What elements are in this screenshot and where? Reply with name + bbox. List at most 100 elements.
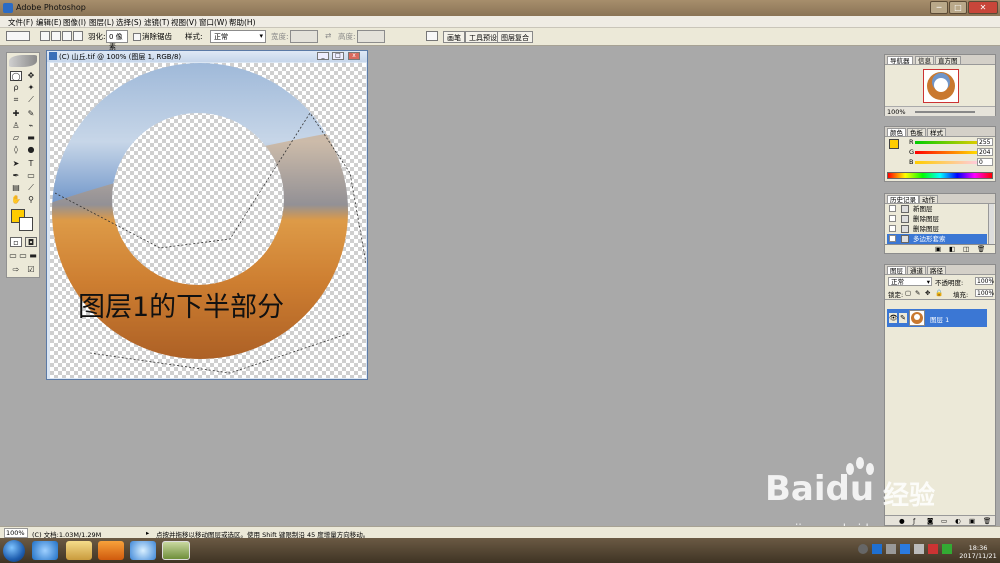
- history-scrollbar[interactable]: [988, 204, 994, 244]
- document-close-button[interactable]: x: [348, 52, 360, 60]
- tab-channels[interactable]: 通道: [907, 266, 926, 275]
- tool-preset-picker[interactable]: [6, 31, 30, 41]
- channel-r-value[interactable]: 255: [977, 138, 993, 146]
- menu-filter[interactable]: 滤镜(T): [144, 17, 169, 28]
- menu-image[interactable]: 图像(I): [63, 17, 86, 28]
- maximize-button[interactable]: □: [949, 1, 967, 14]
- quick-mask-mode-icon[interactable]: ◘: [25, 237, 37, 247]
- lasso-tool-icon[interactable]: ρ: [10, 83, 22, 93]
- color-foreground-swatch[interactable]: [889, 139, 899, 149]
- navigator-zoom-value[interactable]: 100%: [887, 108, 906, 116]
- trash-icon[interactable]: 🗑: [977, 245, 985, 253]
- file-browser-icon[interactable]: [426, 31, 438, 41]
- canvas[interactable]: 图层1的下半部分: [50, 63, 366, 378]
- layer-row[interactable]: 👁 ✎ 图层 1: [887, 309, 987, 327]
- history-item[interactable]: 删除图层: [887, 224, 987, 234]
- height-input[interactable]: [357, 30, 385, 43]
- document-minimize-button[interactable]: _: [317, 52, 329, 60]
- well-brushes[interactable]: 画笔: [443, 31, 465, 43]
- add-selection-icon[interactable]: [51, 31, 61, 41]
- minimize-button[interactable]: ─: [930, 1, 948, 14]
- opacity-input[interactable]: 100%: [975, 277, 994, 285]
- screen-mode-full-icon[interactable]: ▬: [28, 251, 38, 261]
- eraser-tool-icon[interactable]: ▱: [10, 133, 22, 143]
- jump-to-imageready-icon[interactable]: ⇨: [10, 265, 22, 275]
- menu-window[interactable]: 窗口(W): [199, 17, 227, 28]
- brush-link-icon[interactable]: ✎: [899, 313, 907, 323]
- tab-histogram[interactable]: 直方图: [935, 56, 961, 65]
- healing-brush-tool-icon[interactable]: ✚: [10, 109, 22, 119]
- tab-paths[interactable]: 路径: [927, 266, 946, 275]
- history-item-selected[interactable]: 多边形套索: [887, 234, 987, 244]
- crop-tool-icon[interactable]: ⌗: [10, 95, 22, 105]
- imageready-icon[interactable]: ☑: [25, 265, 37, 275]
- hand-tool-icon[interactable]: ✋: [10, 195, 22, 205]
- new-snapshot-icon[interactable]: ◧: [949, 245, 955, 253]
- screen-mode-menu-icon[interactable]: ▭: [18, 251, 28, 261]
- lock-all-icon[interactable]: 🔒: [935, 289, 943, 297]
- fill-input[interactable]: 100%: [975, 289, 994, 297]
- document-maximize-button[interactable]: □: [332, 52, 344, 60]
- photoshop-task-icon[interactable]: [162, 541, 190, 560]
- history-item[interactable]: 新图层: [887, 204, 987, 214]
- camera-icon[interactable]: ◫: [963, 245, 969, 253]
- tray-network2-icon[interactable]: [900, 544, 910, 554]
- magic-wand-tool-icon[interactable]: ✦: [25, 83, 37, 93]
- lock-position-icon[interactable]: ✥: [925, 289, 930, 297]
- lock-pixels-icon[interactable]: ✎: [915, 289, 920, 297]
- marquee-tool-icon[interactable]: ◯: [10, 71, 22, 81]
- zoom-tool-icon[interactable]: ⚲: [25, 195, 37, 205]
- style-select[interactable]: 正常 ▾: [210, 30, 266, 43]
- lock-transparency-icon[interactable]: ▢: [905, 289, 911, 297]
- tray-display-icon[interactable]: [886, 544, 896, 554]
- explorer-icon[interactable]: [66, 541, 92, 560]
- feather-input[interactable]: 0 像素: [106, 30, 128, 51]
- dodge-tool-icon[interactable]: ●: [25, 145, 37, 155]
- background-color-swatch[interactable]: [19, 217, 33, 231]
- well-layer-comps[interactable]: 图层复合: [497, 31, 533, 43]
- type-tool-icon[interactable]: T: [25, 159, 37, 169]
- close-button[interactable]: ✕: [968, 1, 998, 14]
- menu-layer[interactable]: 图层(L): [89, 17, 114, 28]
- tab-info[interactable]: 信息: [915, 56, 934, 65]
- menu-select[interactable]: 选择(S): [116, 17, 142, 28]
- ie-icon[interactable]: [32, 541, 58, 560]
- history-checkbox[interactable]: [889, 215, 896, 222]
- notes-tool-icon[interactable]: ▤: [10, 183, 22, 193]
- antialias-checkbox[interactable]: [133, 33, 141, 41]
- new-selection-icon[interactable]: [40, 31, 50, 41]
- eye-icon[interactable]: 👁: [889, 313, 898, 323]
- history-item[interactable]: 删除图层: [887, 214, 987, 224]
- tray-security-icon[interactable]: [928, 544, 938, 554]
- standard-mode-icon[interactable]: ▫: [10, 237, 22, 247]
- history-brush-tool-icon[interactable]: ⌁: [25, 121, 37, 131]
- pen-tool-icon[interactable]: ✒: [10, 171, 22, 181]
- media-player-icon[interactable]: [98, 541, 124, 560]
- taskbar-clock[interactable]: 18:36 2017/11/21: [958, 544, 998, 560]
- channel-g-value[interactable]: 204: [977, 148, 993, 156]
- status-arrow-icon[interactable]: ▸: [146, 529, 149, 537]
- swap-icon[interactable]: ⇄: [325, 31, 331, 40]
- path-selection-tool-icon[interactable]: ➤: [10, 159, 22, 169]
- new-document-icon[interactable]: ▣: [935, 245, 941, 253]
- start-button[interactable]: [3, 540, 25, 562]
- menu-file[interactable]: 文件(F): [8, 17, 33, 28]
- tray-volume-icon[interactable]: [914, 544, 924, 554]
- menu-edit[interactable]: 编辑(E): [36, 17, 62, 28]
- intersect-selection-icon[interactable]: [73, 31, 83, 41]
- channel-b-value[interactable]: 0: [977, 158, 993, 166]
- blur-tool-icon[interactable]: ◊: [10, 145, 22, 155]
- shape-tool-icon[interactable]: ▭: [25, 171, 37, 181]
- blend-mode-select[interactable]: 正常 ▾: [888, 277, 932, 286]
- navigator-preview[interactable]: [923, 69, 959, 103]
- tab-styles[interactable]: 样式: [927, 128, 946, 137]
- subtract-selection-icon[interactable]: [62, 31, 72, 41]
- gradient-tool-icon[interactable]: ▬: [25, 133, 37, 143]
- tray-app-icon[interactable]: [942, 544, 952, 554]
- history-checkbox[interactable]: [889, 205, 896, 212]
- screen-mode-standard-icon[interactable]: ▭: [8, 251, 18, 261]
- tray-network-icon[interactable]: [858, 544, 868, 554]
- slice-tool-icon[interactable]: ⟋: [25, 95, 37, 105]
- tab-navigator[interactable]: 导航器: [887, 56, 913, 65]
- eyedropper-tool-icon[interactable]: ⟋: [25, 183, 37, 193]
